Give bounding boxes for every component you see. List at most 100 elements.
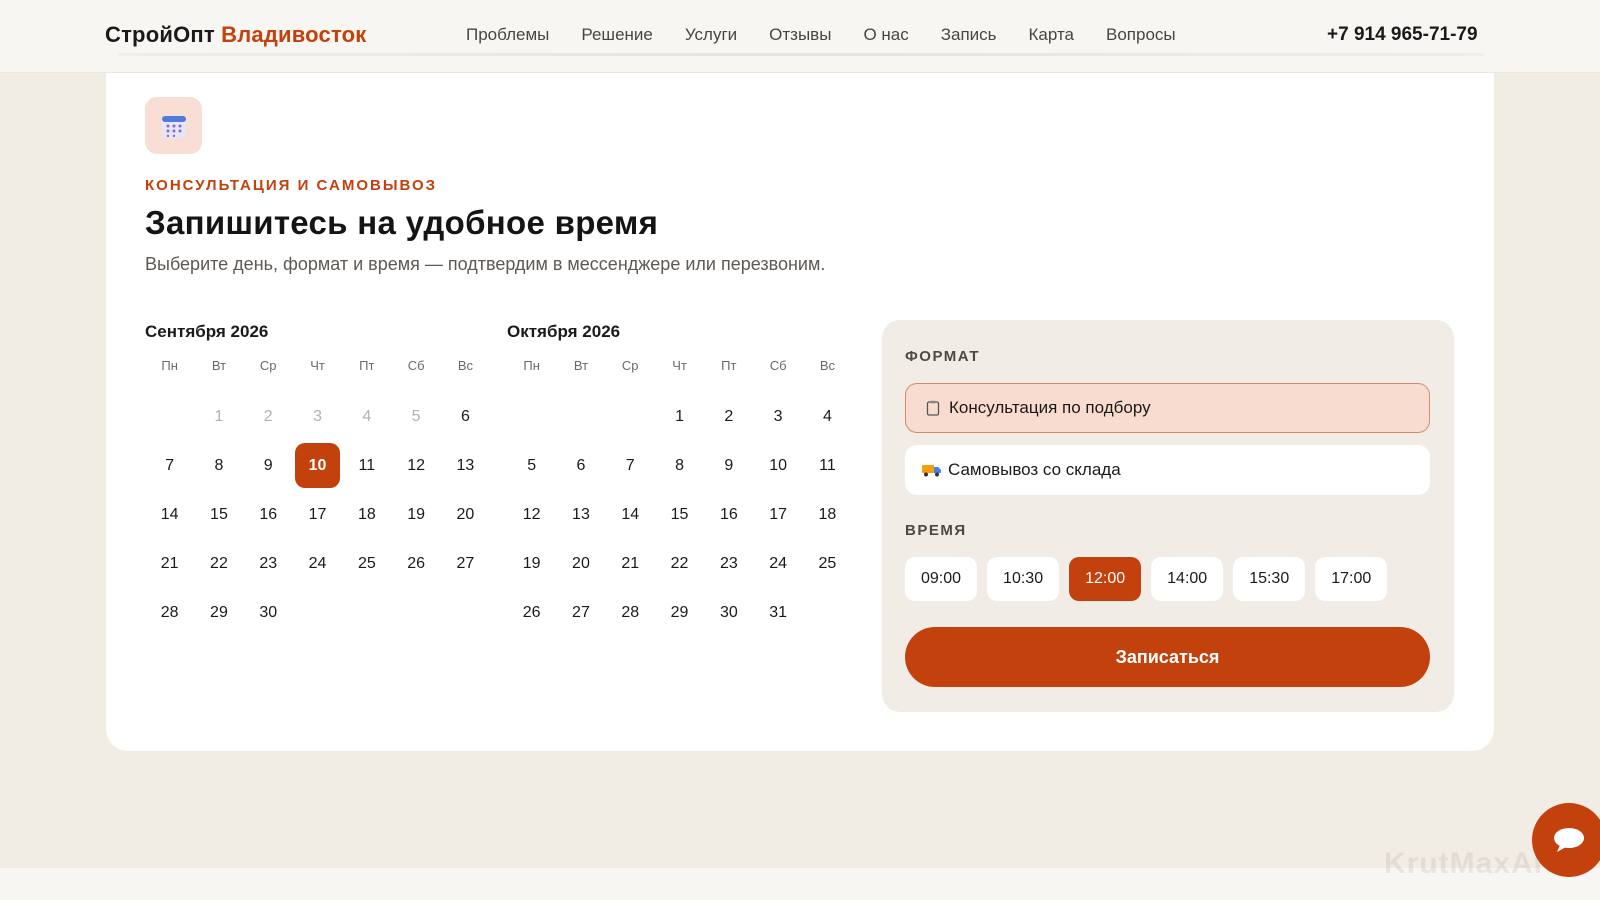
calendar-day[interactable]: 7 bbox=[606, 441, 655, 490]
calendar-day[interactable]: 30 bbox=[704, 589, 753, 638]
calendar-day[interactable]: 15 bbox=[655, 490, 704, 539]
calendar-day[interactable]: 6 bbox=[556, 441, 605, 490]
calendar-day[interactable]: 22 bbox=[194, 540, 243, 589]
calendar-day[interactable]: 12 bbox=[391, 441, 440, 490]
calendar-day[interactable]: 24 bbox=[753, 540, 802, 589]
calendar-day-number: 10 bbox=[769, 456, 788, 474]
calendar-day[interactable]: 18 bbox=[342, 490, 391, 539]
clipboard-icon bbox=[923, 400, 943, 416]
nav-problems[interactable]: Проблемы bbox=[466, 25, 549, 45]
calendar-day[interactable]: 9 bbox=[704, 441, 753, 490]
time-slot[interactable]: 10:30 bbox=[987, 557, 1060, 601]
calendar-day[interactable]: 28 bbox=[145, 589, 194, 638]
calendar-day[interactable]: 19 bbox=[391, 490, 440, 539]
weekday-row: Пн Вт Ср Чт Пт Сб Вс bbox=[507, 356, 852, 392]
calendar-day[interactable]: 1 bbox=[655, 392, 704, 441]
time-slot[interactable]: 17:00 bbox=[1315, 557, 1388, 601]
calendar-day[interactable]: 17 bbox=[293, 490, 342, 539]
nav-services[interactable]: Услуги bbox=[685, 25, 737, 45]
calendar-day[interactable]: 26 bbox=[507, 589, 556, 638]
calendar-day-number: 23 bbox=[719, 555, 738, 573]
nav-booking[interactable]: Запись bbox=[941, 25, 997, 45]
format-option-consultation[interactable]: Консультация по подбору bbox=[905, 383, 1430, 433]
time-slot[interactable]: 09:00 bbox=[905, 557, 978, 601]
calendar-day: 2 bbox=[244, 392, 293, 441]
calendar-day-selected[interactable]: 10 bbox=[293, 441, 342, 490]
calendar-day[interactable]: 17 bbox=[753, 490, 802, 539]
calendar-day[interactable]: 29 bbox=[194, 589, 243, 638]
calendar-day[interactable]: 29 bbox=[655, 589, 704, 638]
calendar-day-number: 26 bbox=[522, 604, 541, 622]
calendar-day[interactable]: 28 bbox=[606, 589, 655, 638]
calendar-day-number: 18 bbox=[818, 505, 837, 523]
calendar-day[interactable]: 8 bbox=[655, 441, 704, 490]
calendar-day[interactable]: 13 bbox=[556, 490, 605, 539]
calendar-day[interactable]: 11 bbox=[803, 441, 852, 490]
phone-link[interactable]: +7 914 965-71-79 bbox=[1327, 24, 1478, 46]
chat-button[interactable] bbox=[1532, 803, 1600, 877]
calendar-day[interactable]: 14 bbox=[606, 490, 655, 539]
time-slot[interactable]: 14:00 bbox=[1151, 557, 1224, 601]
calendar-day[interactable]: 11 bbox=[342, 441, 391, 490]
calendar-day-number: 26 bbox=[407, 555, 426, 573]
nav-faq[interactable]: Вопросы bbox=[1106, 25, 1176, 45]
calendar-day[interactable]: 25 bbox=[342, 540, 391, 589]
calendar-day[interactable]: 3 bbox=[753, 392, 802, 441]
nav-solution[interactable]: Решение bbox=[581, 25, 652, 45]
calendar-day[interactable]: 23 bbox=[244, 540, 293, 589]
calendar-day[interactable]: 13 bbox=[441, 441, 490, 490]
days-grid: 1 2 3 4 5 6 7 8 9 10 11 12 13 14 15 16 17 18 19 20 21 22 23 24 2… bbox=[145, 392, 490, 638]
calendar-day[interactable]: 21 bbox=[145, 540, 194, 589]
calendar-day-number: 8 bbox=[214, 456, 224, 474]
calendar-day[interactable]: 8 bbox=[194, 441, 243, 490]
calendar-day[interactable]: 14 bbox=[145, 490, 194, 539]
calendar-day[interactable]: 18 bbox=[803, 490, 852, 539]
weekday-label: Пт bbox=[359, 358, 375, 373]
calendar-day[interactable]: 23 bbox=[704, 540, 753, 589]
weekday-label: Сб bbox=[407, 358, 425, 373]
calendar-day-number: 18 bbox=[357, 505, 376, 523]
calendar-day[interactable]: 4 bbox=[803, 392, 852, 441]
nav-reviews[interactable]: Отзывы bbox=[769, 25, 831, 45]
calendar-day[interactable]: 19 bbox=[507, 540, 556, 589]
nav-map[interactable]: Карта bbox=[1029, 25, 1075, 45]
calendar-day[interactable]: 30 bbox=[244, 589, 293, 638]
calendar-day[interactable]: 27 bbox=[441, 540, 490, 589]
section-eyebrow: КОНСУЛЬТАЦИЯ И САМОВЫВОЗ bbox=[145, 177, 438, 194]
calendar-day[interactable]: 31 bbox=[753, 589, 802, 638]
calendar-day[interactable]: 20 bbox=[441, 490, 490, 539]
submit-booking-button[interactable]: Записаться bbox=[905, 627, 1430, 687]
calendar-day-number: 8 bbox=[675, 456, 684, 474]
calendar-day[interactable]: 16 bbox=[244, 490, 293, 539]
time-slot[interactable]: 15:30 bbox=[1233, 557, 1306, 601]
calendar-day[interactable]: 16 bbox=[704, 490, 753, 539]
calendar-day[interactable]: 7 bbox=[145, 441, 194, 490]
calendar-day[interactable]: 12 bbox=[507, 490, 556, 539]
calendar-day[interactable]: 15 bbox=[194, 490, 243, 539]
calendar-day[interactable]: 20 bbox=[556, 540, 605, 589]
nav-about[interactable]: О нас bbox=[863, 25, 908, 45]
calendar-day-number: 31 bbox=[769, 604, 788, 622]
calendar-day[interactable]: 2 bbox=[704, 392, 753, 441]
calendar-empty-cell bbox=[606, 392, 655, 441]
calendar-day[interactable]: 10 bbox=[753, 441, 802, 490]
calendar-day-number: 17 bbox=[769, 505, 788, 523]
weekday-label: Пн bbox=[161, 358, 178, 373]
days-grid: 1 2 3 4 5 6 7 8 9 10 11 12 13 14 15 16 17 18 19 20 21 22 23 24 2… bbox=[507, 392, 852, 638]
calendar-day[interactable]: 9 bbox=[244, 441, 293, 490]
calendar-day[interactable]: 5 bbox=[507, 441, 556, 490]
time-slot-selected[interactable]: 12:00 bbox=[1069, 557, 1142, 601]
calendar-day-number: 4 bbox=[822, 407, 832, 425]
format-option-pickup[interactable]: Самовывоз со склада bbox=[905, 445, 1430, 495]
weekday-label: Чт bbox=[672, 358, 687, 373]
logo[interactable]: СтройОпт Владивосток bbox=[105, 22, 367, 48]
calendar-day[interactable]: 6 bbox=[441, 392, 490, 441]
calendar-day[interactable]: 26 bbox=[391, 540, 440, 589]
calendar-day[interactable]: 24 bbox=[293, 540, 342, 589]
calendar-day-number: 22 bbox=[210, 555, 228, 573]
calendar-day[interactable]: 27 bbox=[556, 589, 605, 638]
calendar-day[interactable]: 21 bbox=[606, 540, 655, 589]
calendar-day-number: 12 bbox=[407, 456, 426, 474]
calendar-day[interactable]: 22 bbox=[655, 540, 704, 589]
calendar-day[interactable]: 25 bbox=[803, 540, 852, 589]
